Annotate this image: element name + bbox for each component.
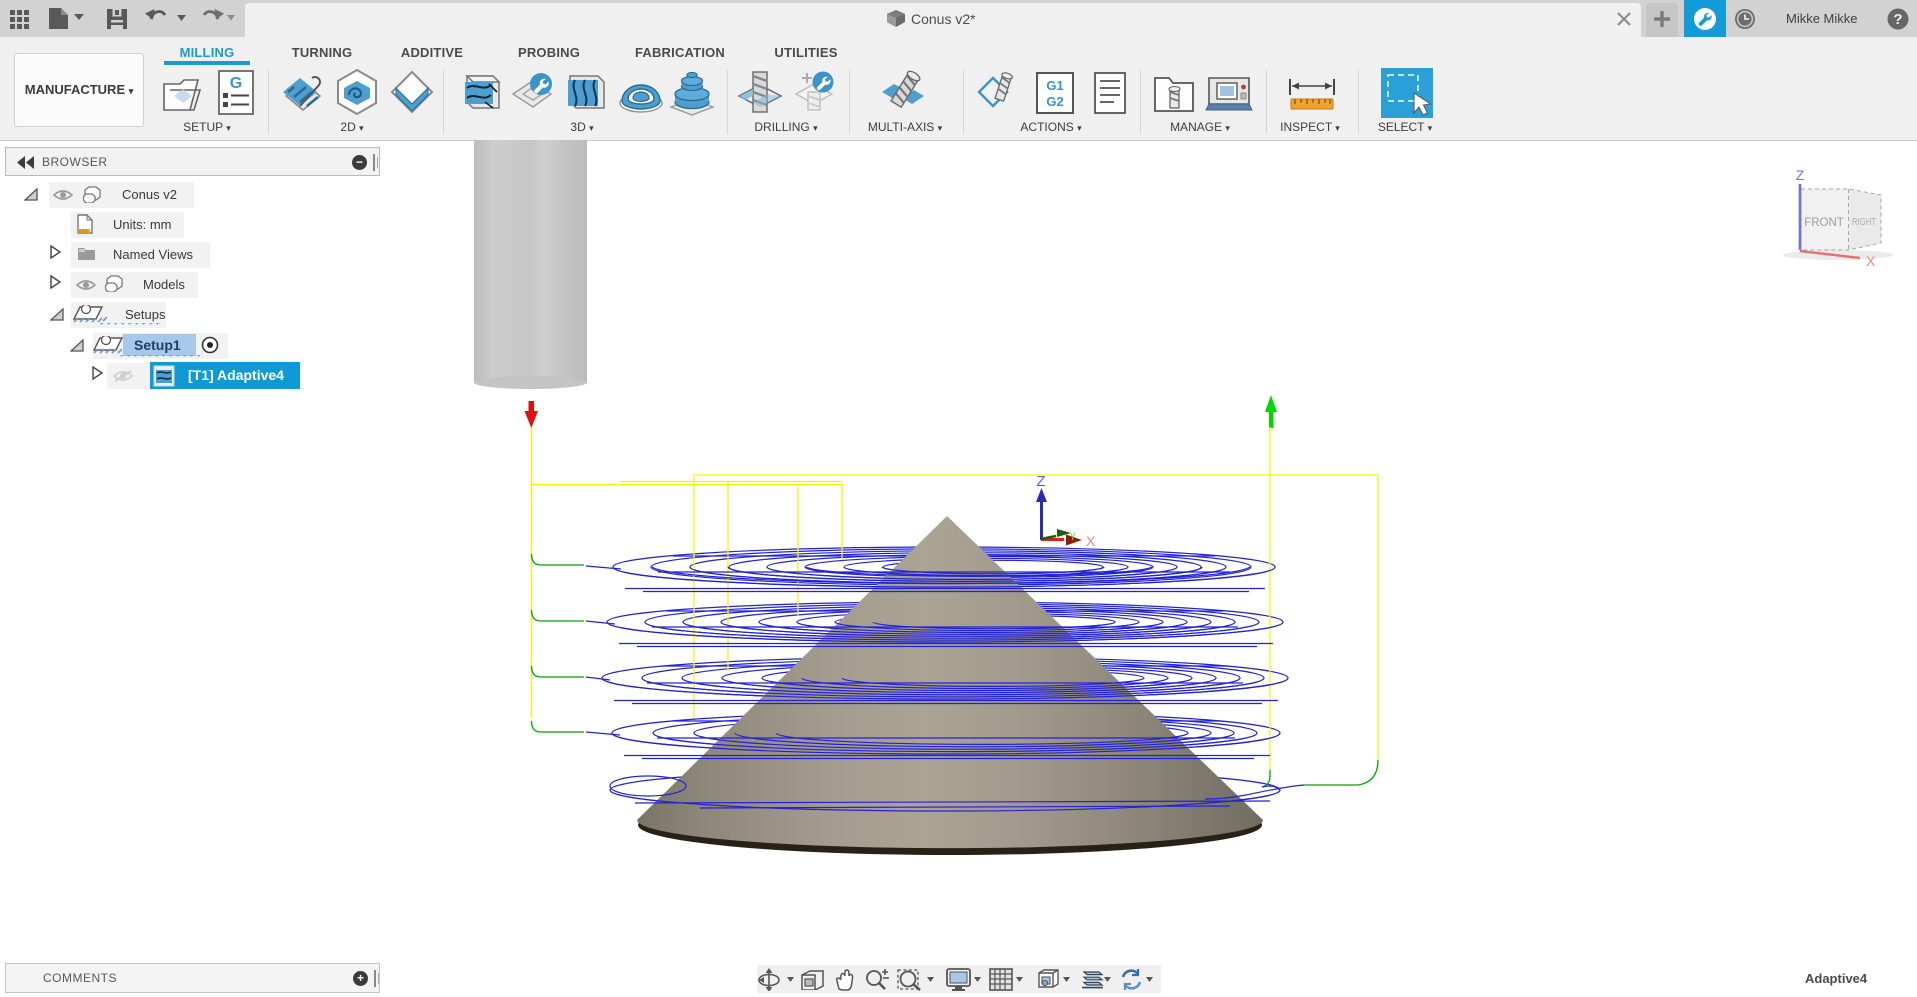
svg-text:Y: Y [1069, 531, 1077, 543]
svg-text:FRONT: FRONT [1804, 217, 1844, 229]
svg-text:Z: Z [1796, 167, 1805, 183]
svg-text:X: X [1866, 253, 1876, 269]
svg-text:X: X [1086, 533, 1096, 549]
svg-text:?: ? [1893, 11, 1902, 28]
svg-text:Z: Z [1036, 473, 1045, 490]
svg-text:RIGHT: RIGHT [1852, 216, 1877, 227]
svg-text:G1: G1 [1046, 78, 1063, 93]
svg-text:G: G [230, 75, 242, 92]
svg-text:G2: G2 [1046, 94, 1063, 109]
